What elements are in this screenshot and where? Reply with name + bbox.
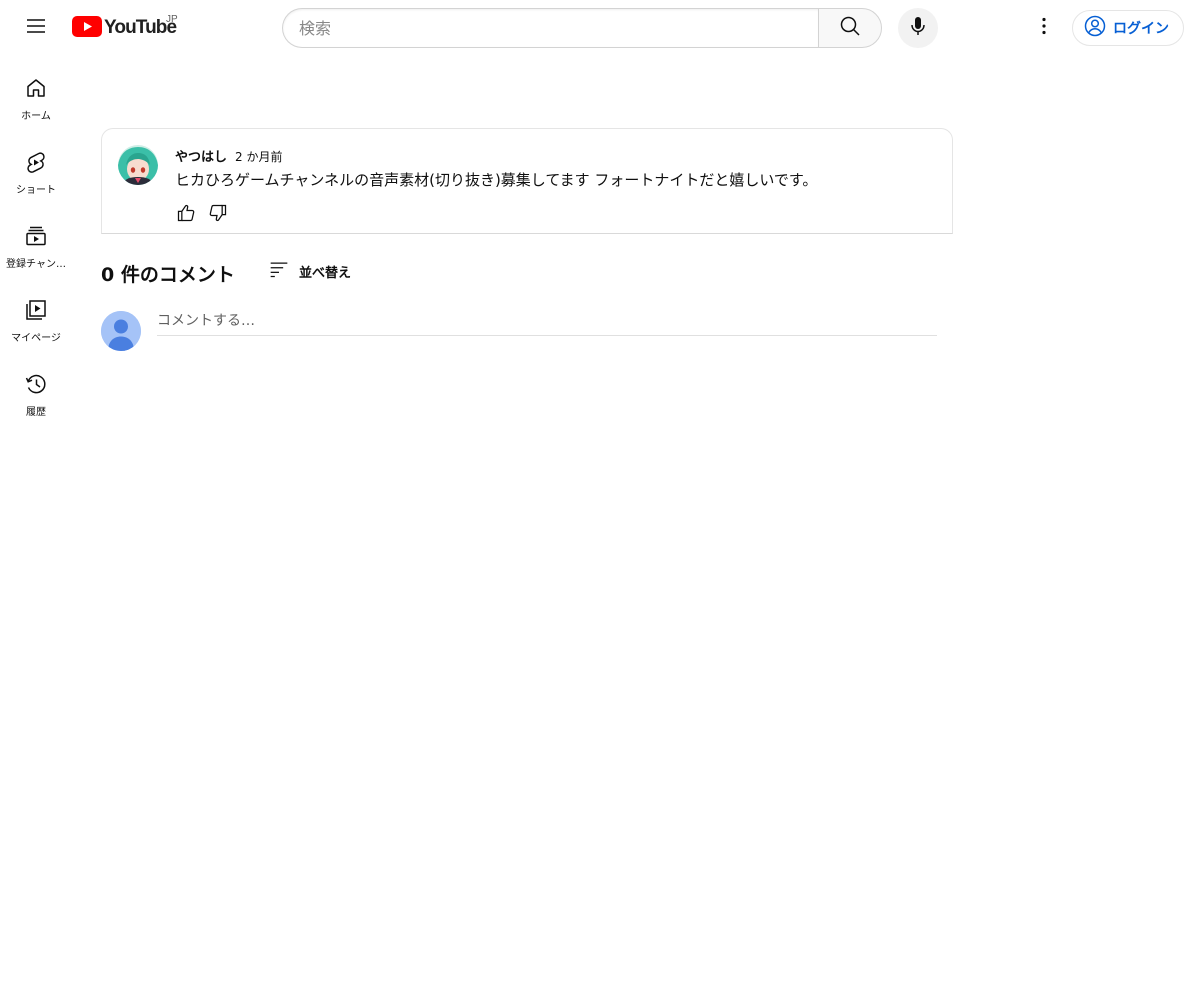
mini-guide: ホーム ショート 登録チャン… マイページ 履歴 [0,56,72,426]
guide-item-library[interactable]: マイページ [0,278,72,352]
login-label: ログイン [1113,21,1169,37]
history-icon [24,372,48,400]
guide-item-home[interactable]: ホーム [0,56,72,130]
microphone-icon [906,14,930,42]
subscriptions-icon [24,224,48,252]
user-avatar [101,311,141,351]
account-circle-icon [1083,14,1107,42]
guide-item-label: 登録チャン… [6,259,66,270]
thumb-down-icon [208,203,228,227]
guide-item-label: ホーム [21,111,51,122]
search-input[interactable] [299,18,819,38]
settings-more-button[interactable] [1024,8,1064,48]
like-button[interactable] [170,199,202,231]
thumb-up-icon [176,203,196,227]
search-icon [838,14,862,42]
comments-header: 0 件のコメント 並べ替え [101,258,351,288]
comments-count: 0 件のコメント [101,263,235,286]
post-author-name[interactable]: やつはし [175,146,227,165]
youtube-logo[interactable]: YouTube [72,15,177,41]
country-code: JP [166,14,178,25]
sort-button[interactable]: 並べ替え [269,258,351,284]
sort-icon [269,259,289,283]
home-icon [24,76,48,104]
post-text: ヒカひろゲームチャンネルの音声素材(切り抜き)募集してます フォートナイトだと嬉… [175,171,818,189]
dislike-button[interactable] [202,199,234,231]
guide-item-subscriptions[interactable]: 登録チャン… [0,204,72,278]
library-icon [24,298,48,326]
login-button[interactable]: ログイン [1072,10,1184,46]
post-header: やつはし 2 か月前 [175,146,282,165]
post-timestamp[interactable]: 2 か月前 [235,148,282,165]
comment-simplebox: コメントする… [101,311,937,351]
guide-item-label: マイページ [11,333,61,344]
sort-label: 並べ替え [299,265,352,281]
guide-item-label: ショート [16,185,56,196]
comment-input[interactable]: コメントする… [157,311,937,336]
shorts-icon [24,150,48,178]
more-vertical-icon [1032,14,1056,42]
post-actions [170,199,234,231]
author-avatar[interactable] [118,145,158,185]
youtube-play-icon [72,15,102,41]
guide-item-label: 履歴 [26,407,46,418]
search-button[interactable] [818,8,882,48]
guide-item-history[interactable]: 履歴 [0,352,72,426]
masthead: YouTube JP ログイン [0,0,1200,56]
guide-menu-button[interactable] [16,8,56,48]
community-post-card: やつはし 2 か月前 ヒカひろゲームチャンネルの音声素材(切り抜き)募集してます… [101,128,953,234]
hamburger-menu-icon [24,14,48,42]
guide-item-shorts[interactable]: ショート [0,130,72,204]
search-box[interactable] [282,8,819,48]
voice-search-button[interactable] [898,8,938,48]
